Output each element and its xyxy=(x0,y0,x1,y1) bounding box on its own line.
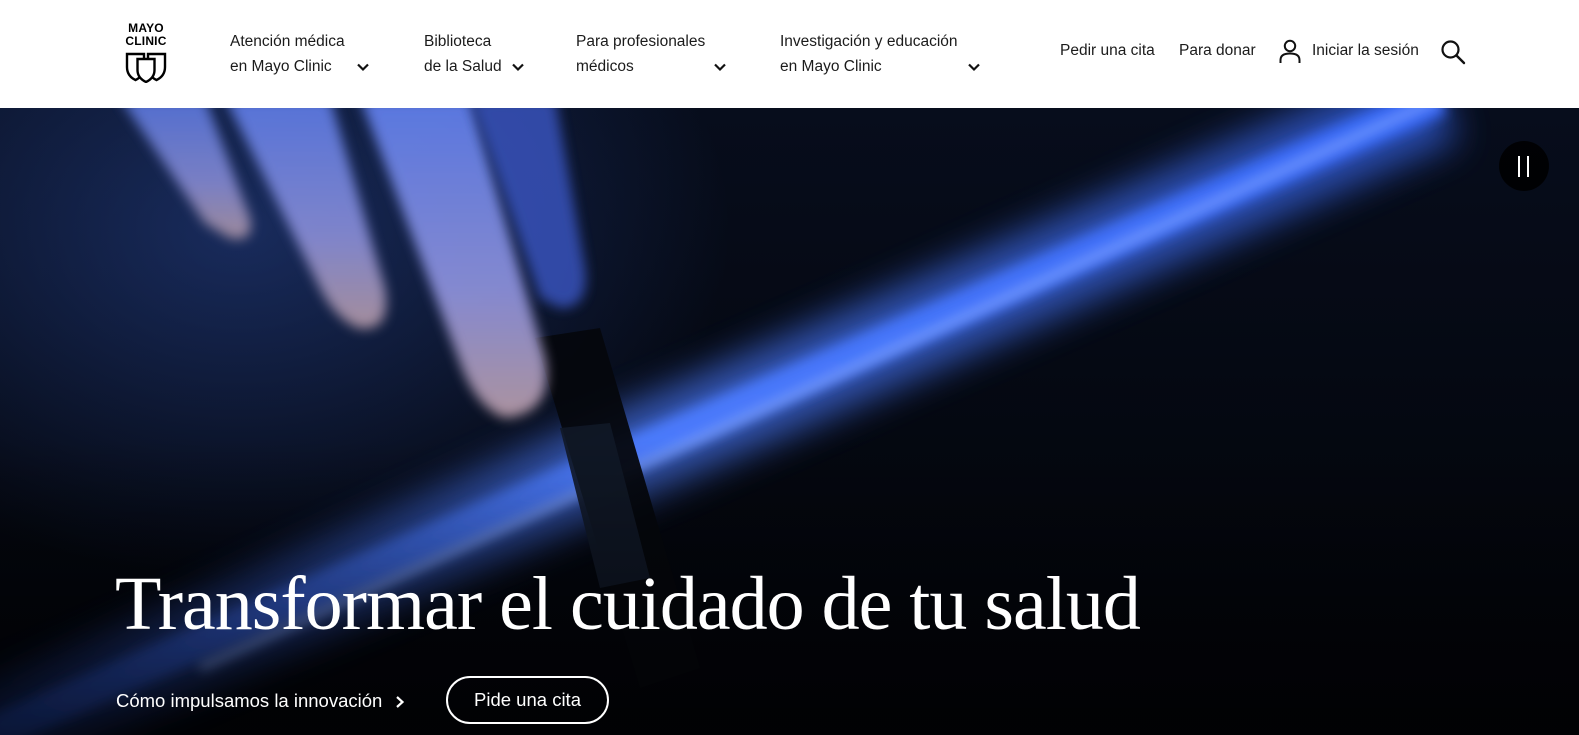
nav-item-label-line1: Atención médica xyxy=(230,33,345,50)
mayo-clinic-logo[interactable]: MAYO CLINIC xyxy=(120,22,172,86)
nav-item-atencion-medica[interactable]: Atención médica en Mayo Clinic xyxy=(230,29,378,81)
chevron-down-icon xyxy=(512,63,524,72)
nav-item-biblioteca-salud[interactable]: Biblioteca de la Salud xyxy=(424,29,528,81)
search-button[interactable] xyxy=(1440,39,1466,65)
pause-video-button[interactable] xyxy=(1499,141,1549,191)
donate-link[interactable]: Para donar xyxy=(1179,38,1256,63)
nav-item-label-line1: Investigación y educación xyxy=(780,33,958,50)
pause-icon-bar xyxy=(1527,156,1529,177)
innovation-link-label: Cómo impulsamos la innovación xyxy=(116,690,383,711)
chevron-down-icon xyxy=(968,63,980,72)
search-icon xyxy=(1441,40,1466,65)
nav-item-investigacion-educacion[interactable]: Investigación y educación en Mayo Clinic xyxy=(780,29,986,81)
nav-item-label-line2: médicos xyxy=(576,58,634,75)
site-header: MAYO CLINIC Atención médica en Mayo Clin… xyxy=(0,0,1579,108)
nav-item-label-line1: Para profesionales xyxy=(576,33,706,50)
chevron-down-icon xyxy=(714,63,726,72)
request-appointment-button[interactable]: Pide una cita xyxy=(446,676,609,724)
chevron-right-icon xyxy=(396,696,405,708)
signin-label: Iniciar la sesión xyxy=(1312,42,1419,59)
user-icon xyxy=(1279,39,1301,63)
innovation-link[interactable]: Cómo impulsamos la innovación xyxy=(116,687,405,715)
logo-text: MAYO CLINIC xyxy=(125,21,167,48)
nav-item-label-line1: Biblioteca xyxy=(424,33,492,50)
hero-banner: Transformar el cuidado de tu salud Cómo … xyxy=(0,108,1579,735)
shields-logo-icon xyxy=(125,52,167,83)
nav-item-label-line2: en Mayo Clinic xyxy=(780,58,882,75)
chevron-down-icon xyxy=(357,63,369,72)
nav-item-profesionales-medicos[interactable]: Para profesionales médicos xyxy=(576,29,732,81)
hero-title: Transformar el cuidado de tu salud xyxy=(115,562,1141,646)
pause-icon xyxy=(1518,156,1520,177)
request-appointment-link[interactable]: Pedir una cita xyxy=(1060,38,1155,63)
